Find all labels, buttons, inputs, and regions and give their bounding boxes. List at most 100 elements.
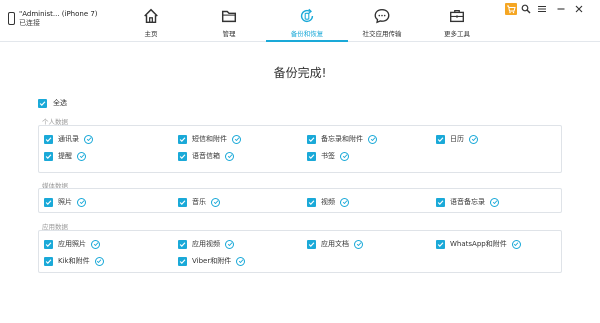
item-checkbox[interactable] <box>307 239 316 249</box>
item-checkbox[interactable] <box>307 134 316 144</box>
checkmark-icon <box>179 136 186 142</box>
nav-more-tools-label: 更多工具 <box>444 30 470 38</box>
nav-manage[interactable]: 管理 <box>188 0 270 42</box>
item-checkbox[interactable] <box>307 151 316 161</box>
select-all-checkbox[interactable] <box>38 98 47 108</box>
data-item[interactable]: 通讯录 <box>44 134 93 144</box>
item-checkbox[interactable] <box>178 134 187 144</box>
data-item[interactable]: 应用照片 <box>44 239 100 249</box>
data-item[interactable]: 日历 <box>436 134 478 144</box>
item-label: 照片 <box>58 198 72 206</box>
menu-icon <box>538 5 546 13</box>
item-label: WhatsApp和附件 <box>450 240 507 248</box>
checkmark-icon <box>45 136 52 142</box>
checkmark-icon <box>45 199 52 205</box>
data-item[interactable]: Viber和附件 <box>178 256 246 266</box>
nav-home-label: 主页 <box>144 30 158 38</box>
done-badge <box>77 197 86 207</box>
item-checkbox[interactable] <box>44 239 53 249</box>
done-check-icon <box>79 200 84 205</box>
item-checkbox[interactable] <box>44 151 53 161</box>
checkmark-icon <box>308 241 315 247</box>
cart-button[interactable] <box>505 3 517 15</box>
item-label: Viber和附件 <box>192 257 232 265</box>
item-checkbox[interactable] <box>44 197 53 207</box>
item-checkbox[interactable] <box>436 197 445 207</box>
device-info[interactable]: "Administ... (iPhone 7) 已连接 <box>8 10 98 28</box>
done-badge <box>368 134 377 144</box>
done-check-icon <box>227 242 232 247</box>
done-badge <box>94 256 104 266</box>
item-label: 短信和附件 <box>192 135 227 143</box>
data-item[interactable]: 照片 <box>44 197 86 207</box>
data-item[interactable]: Kik和附件 <box>44 256 104 266</box>
data-item[interactable]: 应用文档 <box>307 239 363 249</box>
nav-more-tools[interactable]: 更多工具 <box>416 0 498 42</box>
item-label: 视频 <box>321 198 335 206</box>
done-check-icon <box>86 137 91 142</box>
data-item[interactable]: 应用视频 <box>178 239 234 249</box>
data-item[interactable]: 备忘录和附件 <box>307 134 377 144</box>
item-label: 通讯录 <box>58 135 79 143</box>
done-check-icon <box>96 259 102 264</box>
item-checkbox[interactable] <box>178 239 187 249</box>
item-checkbox[interactable] <box>307 197 316 207</box>
home-icon <box>144 8 158 24</box>
checkmark-icon <box>179 153 186 159</box>
checkmark-icon <box>39 100 46 106</box>
item-checkbox[interactable] <box>178 256 187 266</box>
item-label: 应用视频 <box>192 240 220 248</box>
item-checkbox[interactable] <box>178 197 187 207</box>
nav-social-transfer[interactable]: 社交应用传输 <box>341 0 423 42</box>
checkmark-icon <box>308 153 315 159</box>
checkmark-icon <box>437 199 444 205</box>
checkmark-icon <box>45 153 52 159</box>
checkmark-icon <box>437 136 444 142</box>
done-check-icon <box>234 137 239 142</box>
checkmark-icon <box>308 199 315 205</box>
done-check-icon <box>93 242 98 247</box>
checkmark-icon <box>179 199 186 205</box>
toolbox-icon <box>450 9 464 23</box>
chat-icon <box>374 9 390 24</box>
done-badge <box>340 151 349 161</box>
done-check-icon <box>356 242 361 247</box>
menu-button[interactable] <box>536 3 548 15</box>
data-item[interactable]: 音乐 <box>178 197 220 207</box>
done-badge <box>84 134 93 144</box>
done-badge <box>91 239 100 249</box>
nav-home[interactable]: 主页 <box>110 0 192 42</box>
nav-backup-restore[interactable]: 备份和恢复 <box>266 0 348 42</box>
backup-restore-icon <box>300 8 314 23</box>
search-button[interactable] <box>520 3 532 15</box>
done-check-icon <box>492 200 497 205</box>
data-item[interactable]: 视频 <box>307 197 349 207</box>
item-checkbox[interactable] <box>436 134 445 144</box>
item-checkbox[interactable] <box>44 134 53 144</box>
item-label: 提醒 <box>58 152 72 160</box>
data-item[interactable]: WhatsApp和附件 <box>436 239 521 249</box>
nav-backup-restore-label: 备份和恢复 <box>290 30 324 38</box>
item-checkbox[interactable] <box>178 151 187 161</box>
close-icon <box>575 5 583 13</box>
data-item[interactable]: 短信和附件 <box>178 134 241 144</box>
group-box: 应用照片 应用视频 应用文档 WhatsApp和附件 Kik和附件 Viber和附件 <box>38 230 562 273</box>
search-icon <box>521 4 531 14</box>
data-item[interactable]: 语音备忘录 <box>436 197 499 207</box>
select-all[interactable]: 全选 <box>38 98 67 108</box>
cart-icon <box>507 5 516 14</box>
data-item[interactable]: 语音信箱 <box>178 151 234 161</box>
data-item[interactable]: 提醒 <box>44 151 86 161</box>
done-badge <box>490 197 499 207</box>
minimize-button[interactable] <box>555 3 567 15</box>
checkmark-icon <box>437 241 444 247</box>
item-checkbox[interactable] <box>44 256 53 266</box>
item-checkbox[interactable] <box>436 239 445 249</box>
item-label: 音乐 <box>192 198 206 206</box>
checkmark-icon <box>45 241 52 247</box>
done-badge <box>340 197 349 207</box>
minimize-icon <box>557 8 565 10</box>
close-button[interactable] <box>573 3 585 15</box>
done-check-icon <box>227 154 232 159</box>
data-item[interactable]: 书签 <box>307 151 349 161</box>
